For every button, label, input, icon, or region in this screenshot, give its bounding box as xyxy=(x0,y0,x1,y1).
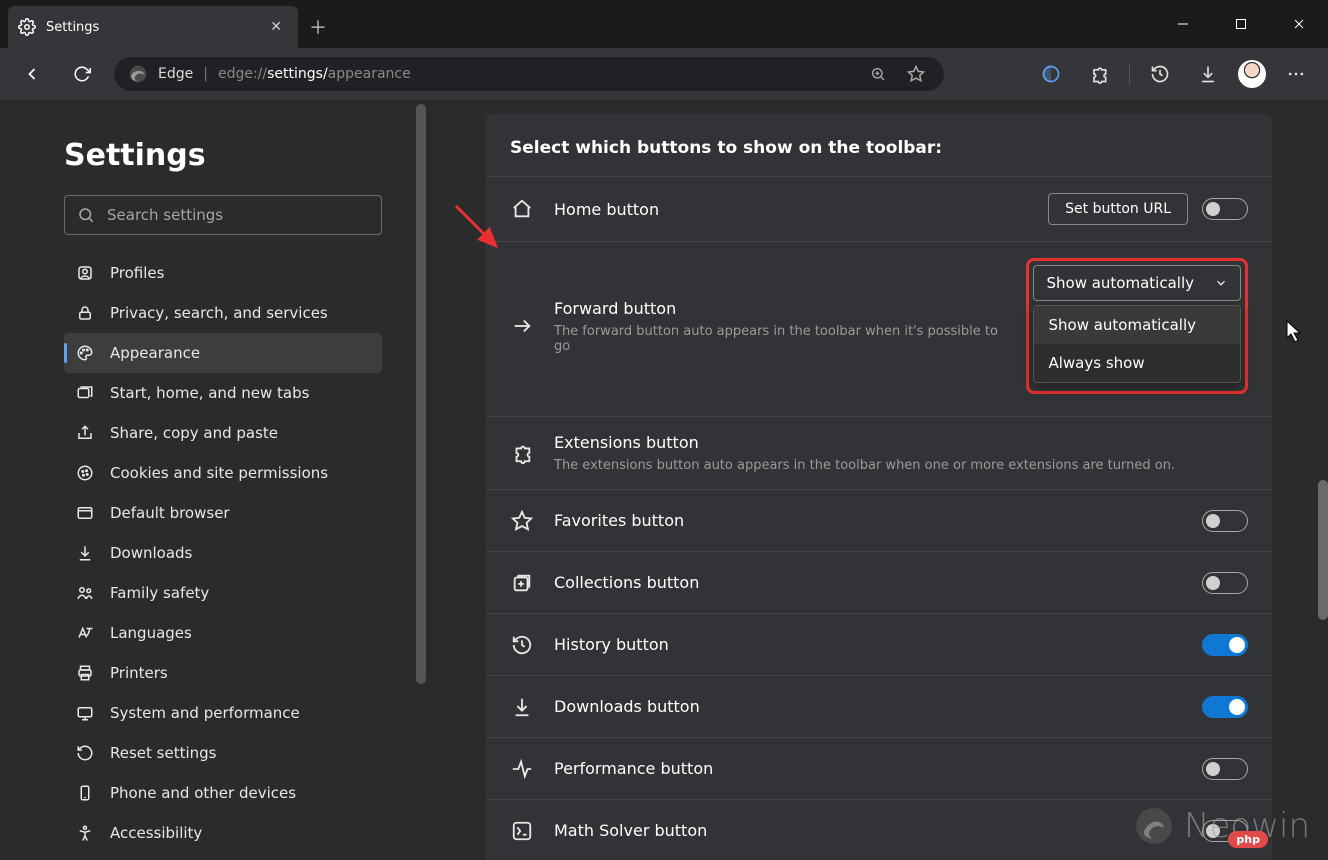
nav-phone[interactable]: Phone and other devices xyxy=(64,773,382,813)
edge-icon xyxy=(128,64,148,84)
downloads-toggle[interactable] xyxy=(1202,696,1248,718)
home-toggle[interactable] xyxy=(1202,198,1248,220)
cookie-icon xyxy=(76,464,96,482)
nav-appearance[interactable]: Appearance xyxy=(64,333,382,373)
nav-downloads[interactable]: Downloads xyxy=(64,533,382,573)
phone-icon xyxy=(76,784,96,802)
minimize-button[interactable] xyxy=(1154,0,1212,48)
forward-arrow-icon xyxy=(510,315,534,337)
site-identity: Edge xyxy=(158,66,193,82)
browser-toolbar: Edge | edge://settings/appearance xyxy=(0,48,1328,100)
history-row-icon xyxy=(510,634,534,656)
favorites-toggle[interactable] xyxy=(1202,510,1248,532)
row-home-button: Home button Set button URL xyxy=(486,177,1272,242)
row-favorites-button: Favorites button xyxy=(486,490,1272,552)
collections-icon xyxy=(510,572,534,594)
nav-profiles[interactable]: Profiles xyxy=(64,253,382,293)
row-extensions-button: Extensions button The extensions button … xyxy=(486,417,1272,490)
option-show-automatically[interactable]: Show automatically xyxy=(1034,306,1240,344)
address-bar[interactable]: Edge | edge://settings/appearance xyxy=(114,57,944,91)
nav-privacy[interactable]: Privacy, search, and services xyxy=(64,293,382,333)
nav-start[interactable]: Start, home, and new tabs xyxy=(64,373,382,413)
reset-icon xyxy=(76,744,96,762)
printer-icon xyxy=(76,664,96,682)
search-icon xyxy=(77,206,95,224)
nav-reset[interactable]: Reset settings xyxy=(64,733,382,773)
download-icon xyxy=(76,544,96,562)
nav-accessibility[interactable]: Accessibility xyxy=(64,813,382,853)
forward-button-select[interactable]: Show automatically xyxy=(1033,265,1241,301)
set-button-url-button[interactable]: Set button URL xyxy=(1048,193,1188,225)
search-settings-input[interactable] xyxy=(64,195,382,235)
accessibility-icon xyxy=(76,824,96,842)
nav-family[interactable]: Family safety xyxy=(64,573,382,613)
window-controls xyxy=(1154,0,1328,48)
extensions-icon[interactable] xyxy=(1081,56,1117,92)
family-icon xyxy=(76,584,96,602)
tabs-icon xyxy=(76,384,96,402)
palette-icon xyxy=(76,344,96,362)
nav-system[interactable]: System and performance xyxy=(64,693,382,733)
downloads-icon[interactable] xyxy=(1190,56,1226,92)
title-bar: Settings ✕ ＋ xyxy=(0,0,1328,48)
settings-main: Select which buttons to show on the tool… xyxy=(430,100,1328,860)
nav-languages[interactable]: Languages xyxy=(64,613,382,653)
tab-title: Settings xyxy=(46,20,254,35)
maximize-button[interactable] xyxy=(1212,0,1270,48)
browser-icon xyxy=(76,504,96,522)
section-header: Select which buttons to show on the tool… xyxy=(486,114,1272,177)
refresh-button[interactable] xyxy=(64,56,100,92)
zoom-icon[interactable] xyxy=(864,66,892,82)
profile-icon xyxy=(76,264,96,282)
puzzle-icon xyxy=(510,442,534,464)
page-title: Settings xyxy=(64,138,382,173)
option-always-show[interactable]: Always show xyxy=(1034,344,1240,382)
share-icon xyxy=(76,424,96,442)
browser-essentials-icon[interactable] xyxy=(1033,56,1069,92)
history-toggle[interactable] xyxy=(1202,634,1248,656)
chevron-down-icon xyxy=(1214,276,1228,290)
profile-avatar[interactable] xyxy=(1238,60,1266,88)
performance-toggle[interactable] xyxy=(1202,758,1248,780)
download-row-icon xyxy=(510,696,534,718)
row-forward-button: Forward button The forward button auto a… xyxy=(486,242,1272,417)
page-scrollbar[interactable] xyxy=(1318,100,1328,860)
new-tab-button[interactable]: ＋ xyxy=(298,6,338,48)
forward-select-dropdown: Show automatically Always show xyxy=(1033,305,1241,383)
favorite-star-icon[interactable] xyxy=(902,65,930,83)
row-performance-button: Performance button xyxy=(486,738,1272,800)
php-badge: php xyxy=(1228,831,1268,848)
gear-icon xyxy=(18,18,36,36)
nav-share[interactable]: Share, copy and paste xyxy=(64,413,382,453)
system-icon xyxy=(76,704,96,722)
settings-sidebar: Settings Profiles Privacy, search, and s… xyxy=(0,100,430,860)
home-icon xyxy=(510,198,534,220)
row-downloads-button: Downloads button xyxy=(486,676,1272,738)
nav-default-browser[interactable]: Default browser xyxy=(64,493,382,533)
browser-tab[interactable]: Settings ✕ xyxy=(8,6,298,48)
tab-close-button[interactable]: ✕ xyxy=(264,17,288,37)
row-history-button: History button xyxy=(486,614,1272,676)
row-math-solver-button: Math Solver button xyxy=(486,800,1272,860)
lock-icon xyxy=(76,304,96,322)
nav-printers[interactable]: Printers xyxy=(64,653,382,693)
close-window-button[interactable] xyxy=(1270,0,1328,48)
nav-cookies[interactable]: Cookies and site permissions xyxy=(64,453,382,493)
more-menu-icon[interactable] xyxy=(1278,56,1314,92)
back-button[interactable] xyxy=(14,56,50,92)
sidebar-scrollbar[interactable] xyxy=(416,104,426,856)
star-icon xyxy=(510,510,534,532)
history-icon[interactable] xyxy=(1142,56,1178,92)
collections-toggle[interactable] xyxy=(1202,572,1248,594)
math-icon xyxy=(510,820,534,842)
heartbeat-icon xyxy=(510,758,534,780)
row-collections-button: Collections button xyxy=(486,552,1272,614)
language-icon xyxy=(76,624,96,642)
